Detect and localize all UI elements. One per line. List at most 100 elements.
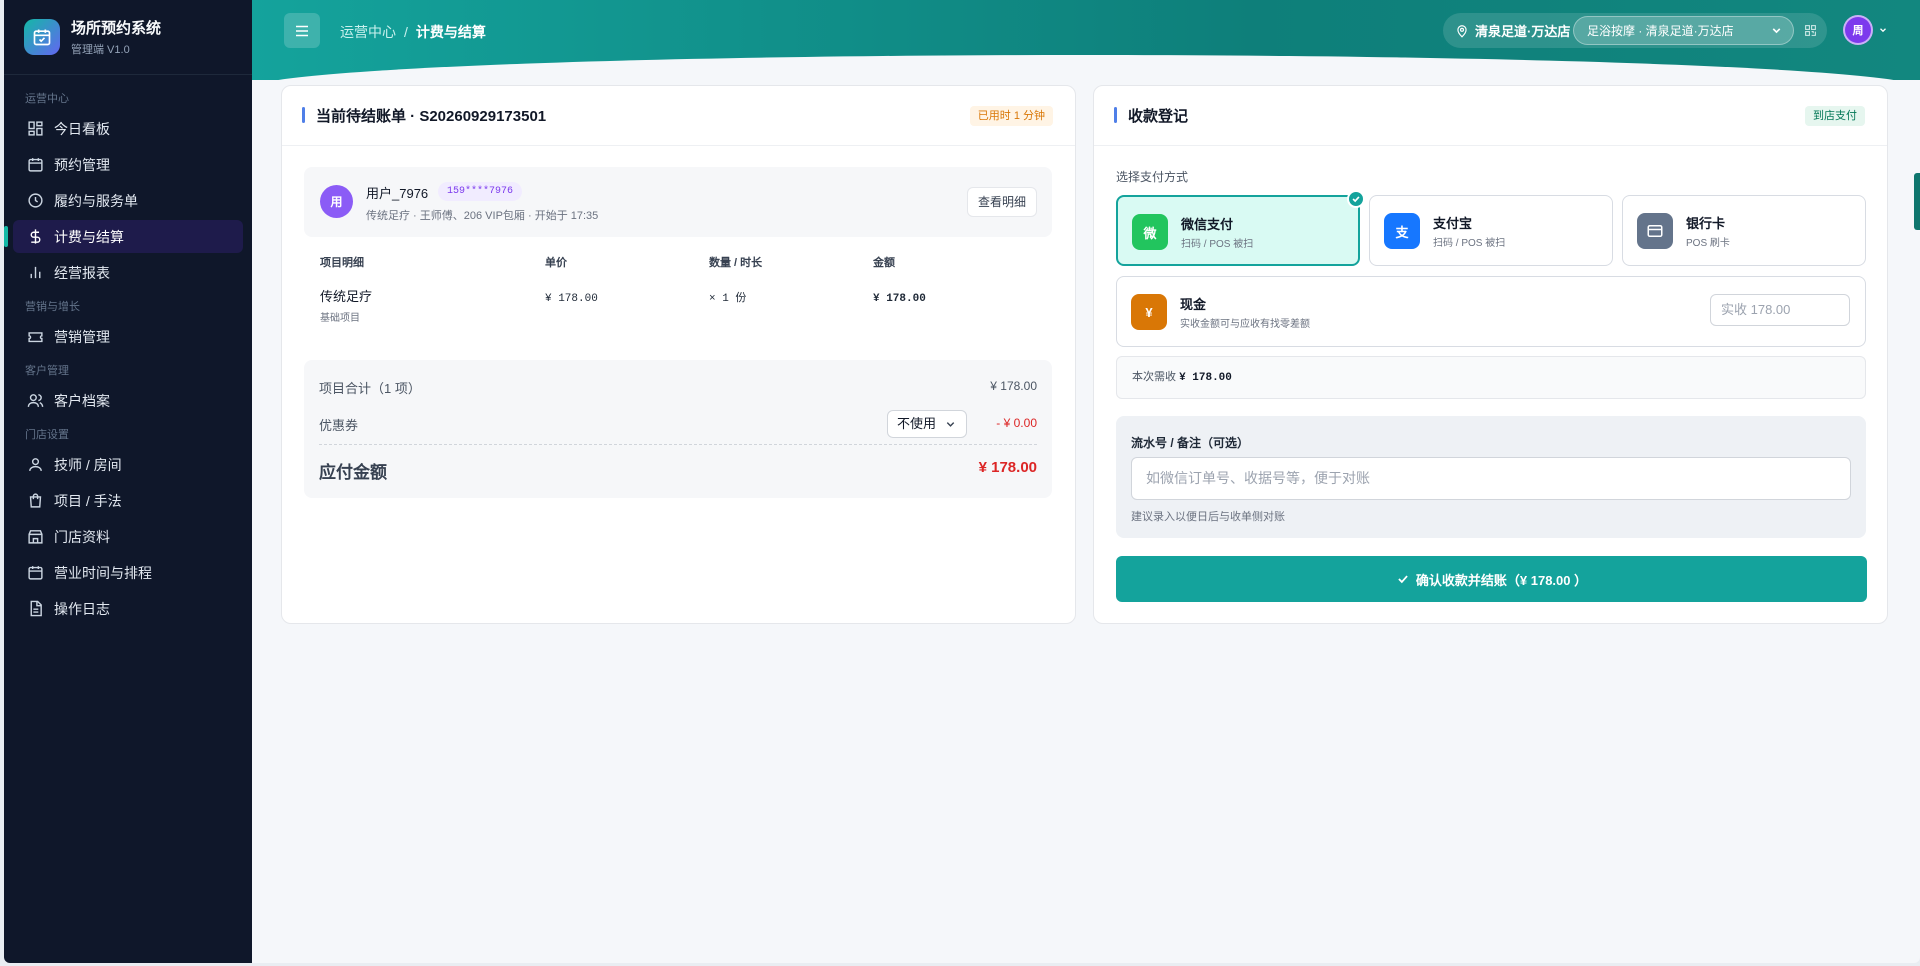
dashboard-icon (28, 121, 43, 136)
customer-phone: 159****7976 (438, 182, 523, 201)
users-icon (27, 394, 44, 407)
sidebar-item-reports[interactable]: 经营报表 (13, 256, 243, 289)
dollar-icon (30, 229, 41, 244)
payment-card-header: 收款登记 到店支付 (1094, 86, 1887, 146)
table-row: 传统足疗 基础项目 ¥ 178.00 × 1 份 ¥ 178.00 (320, 286, 1036, 326)
sidebar-item-customers[interactable]: 客户档案 (13, 384, 243, 417)
view-detail-button[interactable]: 查看明细 (966, 187, 1037, 217)
coupon-label: 优惠券 (319, 418, 359, 433)
pay-option-cash[interactable]: ¥ 现金 实收金额可与应收有找零差额 实收 178.00 (1116, 276, 1866, 347)
amount-due-bar: 本次需收 ¥ 178.00 (1116, 356, 1866, 399)
column-header: 数量 / 时长 (709, 257, 763, 269)
nav-group-marketing: 营销与增长 (25, 301, 80, 313)
bag-icon (29, 493, 42, 508)
pay-option-alipay[interactable]: 支 支付宝 扫码 / POS 被扫 (1369, 195, 1613, 266)
sidebar-item-label: 预约管理 (54, 156, 110, 173)
nav-group-ops: 运营中心 (25, 93, 69, 105)
divider (319, 444, 1037, 445)
bill-summary: 项目合计（1 项） ¥ 178.00 优惠券 不使用 - ¥ 0.00 应付金额… (304, 360, 1052, 498)
subtotal-label: 项目合计（1 项） (319, 381, 421, 396)
sidebar-item-dashboard[interactable]: 今日看板 (13, 112, 243, 145)
check-icon (1347, 190, 1365, 208)
sidebar-item-hours-schedule[interactable]: 营业时间与排程 (13, 556, 243, 589)
amount-due-value: ¥ 178.00 (1179, 372, 1232, 384)
store-select[interactable]: 足浴按摩 · 清泉足道·万达店 (1573, 16, 1794, 45)
sidebar-item-logs[interactable]: 操作日志 (13, 592, 243, 625)
confirm-payment-button[interactable]: 确认收款并结账（¥ 178.00 ） (1116, 556, 1867, 602)
menu-toggle-button[interactable] (284, 13, 320, 48)
breadcrumb: 运营中心 / 计费与结算 (340, 22, 486, 42)
customer-avatar: 用 (320, 185, 353, 218)
user-avatar[interactable]: 周 (1843, 15, 1873, 45)
coupon-discount: - ¥ 0.00 (996, 416, 1037, 430)
sidebar-item-marketing[interactable]: 营销管理 (13, 320, 243, 353)
breadcrumb-item[interactable]: 运营中心 (340, 22, 396, 42)
bill-title: 当前待结账单 · S20260929173501 (316, 108, 547, 125)
wechat-pay-icon: 微 (1132, 214, 1168, 250)
item-name: 传统足疗 (320, 289, 373, 304)
sidebar-item-label: 营业时间与排程 (54, 564, 152, 581)
coupon-select-value: 不使用 (897, 416, 937, 431)
note-hint: 建议录入以便日后与收单侧对账 (1131, 511, 1285, 523)
chevron-down-icon[interactable] (1878, 25, 1888, 35)
calendar-icon (28, 158, 43, 172)
app-logo-icon (24, 19, 60, 55)
pay-option-desc: POS 刷卡 (1686, 238, 1730, 249)
note-label: 流水号 / 备注（可选） (1131, 436, 1250, 450)
chevron-down-icon (1772, 28, 1781, 34)
current-store-name: 清泉足道·万达店 (1475, 24, 1571, 39)
store-switcher: 清泉足道·万达店 足浴按摩 · 清泉足道·万达店 (1443, 13, 1827, 48)
nav-group-customers: 客户管理 (25, 365, 69, 377)
sidebar: 场所预约系统 管理端 V1.0 运营中心 今日看板 预约管理 履约与服务单 计费… (4, 0, 252, 963)
sidebar-item-label: 项目 / 手法 (54, 492, 122, 509)
transaction-note-input[interactable]: 如微信订单号、收据号等，便于对账 (1131, 457, 1851, 500)
app-subtitle: 管理端 V1.0 (71, 44, 130, 56)
location-icon (1457, 24, 1467, 38)
bill-card: 当前待结账单 · S20260929173501 已用时 1 分钟 用 用户_7… (281, 85, 1076, 624)
sidebar-item-label: 经营报表 (54, 264, 110, 281)
bill-items-table: 项目明细 单价 数量 / 时长 金额 传统足疗 基础项目 ¥ 178.00 × … (320, 254, 1036, 326)
sidebar-item-staff-rooms[interactable]: 技师 / 房间 (13, 448, 243, 481)
chevron-down-icon (946, 422, 955, 427)
coupon-select[interactable]: 不使用 (887, 410, 967, 438)
sidebar-item-store-info[interactable]: 门店资料 (13, 520, 243, 553)
item-category: 基础项目 (320, 313, 360, 324)
pay-option-desc: 实收金额可与应收有找零差额 (1180, 319, 1310, 330)
pay-option-desc: 扫码 / POS 被扫 (1181, 239, 1254, 250)
confirm-label: 确认收款并结账（¥ 178.00 ） (1415, 572, 1588, 588)
amount-due-label: 本次需收 (1132, 371, 1176, 383)
ticket-icon (28, 332, 43, 343)
elapsed-badge: 已用时 1 分钟 (969, 106, 1053, 126)
hamburger-icon (296, 25, 308, 36)
item-quantity: × 1 份 (709, 293, 747, 305)
cash-received-input[interactable]: 实收 178.00 (1710, 294, 1850, 326)
app-frame: 场所预约系统 管理端 V1.0 运营中心 今日看板 预约管理 履约与服务单 计费… (4, 0, 1920, 963)
store-select-value: 足浴按摩 · 清泉足道·万达店 (1587, 24, 1734, 38)
sidebar-item-label: 今日看板 (54, 120, 110, 137)
sidebar-item-billing[interactable]: 计费与结算 (4, 220, 243, 253)
sidebar-item-label: 操作日志 (54, 600, 110, 617)
qrcode-icon[interactable] (1804, 24, 1817, 37)
pay-option-name: 微信支付 (1181, 217, 1234, 232)
column-header: 项目明细 (320, 257, 364, 269)
sidebar-item-services[interactable]: 项目 / 手法 (13, 484, 243, 517)
payable-label: 应付金额 (319, 463, 387, 482)
app-title: 场所预约系统 (71, 20, 162, 37)
sidebar-item-service-orders[interactable]: 履约与服务单 (13, 184, 243, 217)
column-header: 金额 (873, 257, 895, 269)
alipay-icon: 支 (1384, 213, 1420, 249)
side-drawer-handle[interactable] (1914, 173, 1920, 230)
payment-method-label: 选择支付方式 (1116, 170, 1189, 184)
pay-mode-badge: 到店支付 (1805, 106, 1865, 126)
pay-option-name: 现金 (1180, 297, 1207, 312)
sidebar-item-bookings[interactable]: 预约管理 (13, 148, 243, 181)
pay-option-desc: 扫码 / POS 被扫 (1433, 238, 1506, 249)
breadcrumb-separator: / (404, 24, 408, 40)
pay-option-name: 银行卡 (1686, 216, 1726, 231)
pay-option-bank-card[interactable]: 银行卡 POS 刷卡 (1622, 195, 1866, 266)
sidebar-item-label: 营销管理 (54, 328, 110, 345)
pay-option-wechat[interactable]: 微 微信支付 扫码 / POS 被扫 (1116, 190, 1365, 266)
payment-title: 收款登记 (1128, 108, 1189, 125)
store-icon (28, 530, 43, 544)
breadcrumb-current: 计费与结算 (415, 24, 486, 40)
